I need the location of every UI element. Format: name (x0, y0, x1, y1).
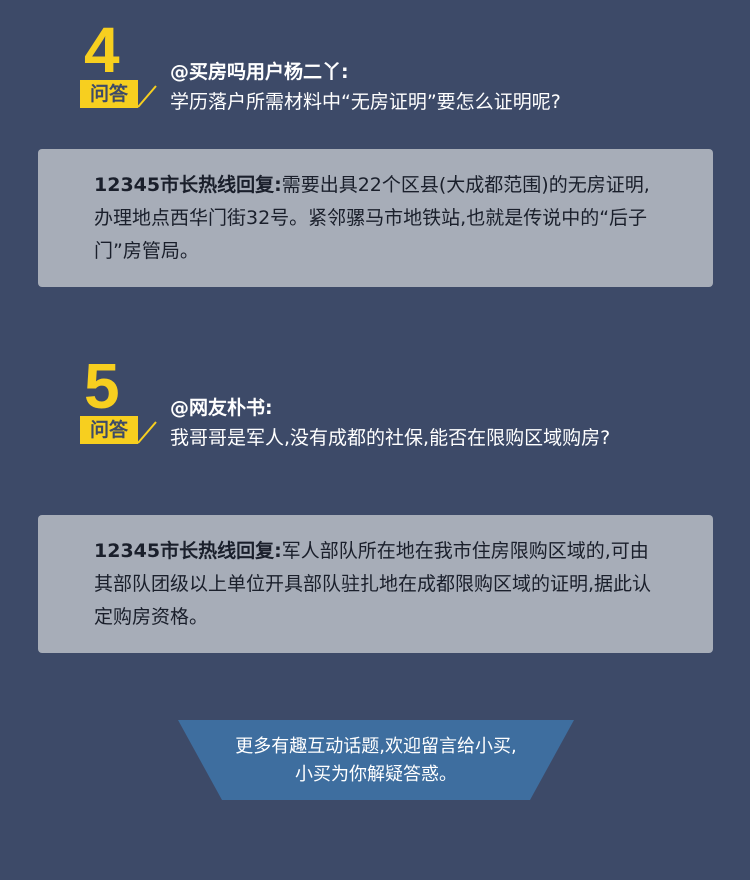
question-number: 4 (84, 14, 120, 86)
answer-box: 12345市长热线回复:需要出具22个区县(大成都范围)的无房证明,办理地点西华… (38, 149, 713, 287)
question-number: 5 (84, 350, 120, 422)
footer-line-2: 小买为你解疑答惑。 (295, 764, 457, 785)
question-badge: 5 问答 (80, 354, 157, 450)
question-badge: 4 问答 (80, 18, 157, 114)
answer-label: 12345市长热线回复: (94, 540, 282, 562)
footer-line-1: 更多有趣互动话题,欢迎留言给小买, (235, 736, 517, 757)
question-tag: 问答 (80, 416, 138, 444)
answer-box: 12345市长热线回复:军人部队所在地在我市住房限购区域的,可由其部队团级以上单… (38, 515, 713, 653)
question-text: 我哥哥是军人,没有成都的社保,能否在限购区域购房? (170, 427, 611, 449)
footer-text: 更多有趣互动话题,欢迎留言给小买, 小买为你解疑答惑。 (178, 733, 574, 789)
question-block: @网友朴书: 我哥哥是军人,没有成都的社保,能否在限购区域购房? (170, 393, 680, 453)
question-text: 学历落户所需材料中“无房证明”要怎么证明呢? (170, 91, 561, 113)
question-tag: 问答 (80, 80, 138, 108)
question-user: @网友朴书: (170, 397, 273, 419)
slash-decoration-icon (137, 421, 157, 444)
answer-label: 12345市长热线回复: (94, 174, 282, 196)
footer-banner: 更多有趣互动话题,欢迎留言给小买, 小买为你解疑答惑。 (178, 720, 574, 800)
slash-decoration-icon (137, 85, 157, 108)
question-user: @买房吗用户杨二丫: (170, 61, 349, 83)
question-block: @买房吗用户杨二丫: 学历落户所需材料中“无房证明”要怎么证明呢? (170, 57, 561, 117)
